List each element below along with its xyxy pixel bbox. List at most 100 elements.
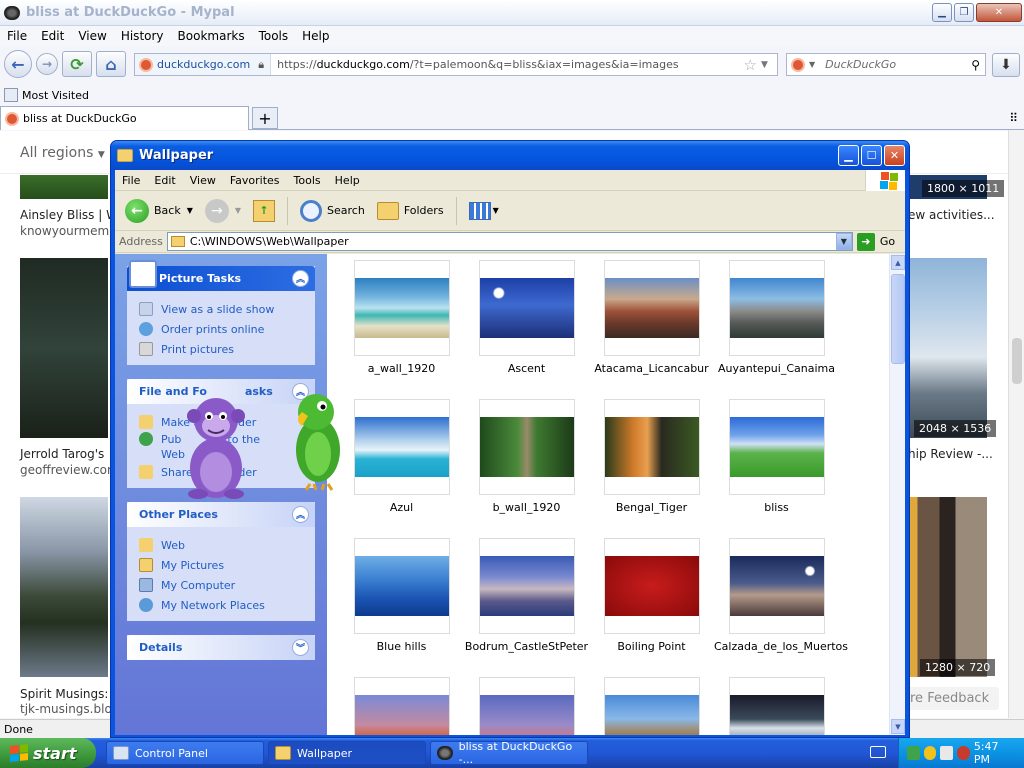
back-button[interactable]: ← Back ▼ (121, 197, 197, 225)
result-title[interactable]: hip Review -... (908, 447, 993, 461)
url-text[interactable]: https://duckduckgo.com/?t=palemoon&q=bli… (271, 58, 678, 71)
page-scrollbar-thumb[interactable] (1012, 338, 1022, 384)
menu-file[interactable]: File (0, 29, 34, 43)
reload-icon[interactable]: ⟳ (62, 51, 92, 77)
url-bar[interactable]: duckduckgo.com 🔒︎ https://duckduckgo.com… (134, 53, 778, 76)
explorer-menu-view[interactable]: View (183, 174, 223, 187)
file-tile[interactable] (714, 671, 839, 735)
tray-network-icon[interactable] (907, 746, 920, 760)
keyboard-icon[interactable] (870, 746, 886, 758)
back-dropdown-icon[interactable]: ▼ (187, 206, 193, 215)
result-source[interactable]: geoffreview.com (20, 463, 119, 477)
result-source[interactable]: knowyourmeme (20, 224, 117, 238)
menu-history[interactable]: History (114, 29, 171, 43)
search-engine-icon[interactable] (791, 57, 805, 72)
forward-arrow-icon[interactable]: → (36, 53, 58, 75)
scroll-down-icon[interactable]: ▼ (891, 719, 905, 734)
file-tile[interactable]: Bodrum_CastleStPeter (464, 532, 589, 662)
tab-bliss[interactable]: bliss at DuckDuckGo (0, 106, 249, 130)
result-title[interactable]: ew activities... (908, 208, 995, 222)
explorer-menu-tools[interactable]: Tools (287, 174, 328, 187)
result-thumbnail[interactable] (908, 497, 987, 677)
details-header[interactable]: Details ︾ (127, 635, 315, 660)
folders-button[interactable]: Folders (373, 200, 448, 222)
address-dropdown-icon[interactable]: ▼ (835, 233, 852, 250)
tray-security-icon[interactable] (957, 746, 970, 760)
download-icon[interactable]: ⬇ (992, 53, 1020, 77)
browser-minimize-button[interactable]: ▁ (932, 3, 952, 22)
file-tile[interactable] (589, 671, 714, 735)
file-tile[interactable]: Bengal_Tiger (589, 393, 714, 523)
result-thumbnail[interactable] (20, 175, 108, 199)
result-thumbnail[interactable] (20, 258, 108, 438)
file-tile[interactable] (339, 671, 464, 735)
result-title[interactable]: Spirit Musings: I (20, 687, 116, 701)
up-folder-button[interactable]: ↑ (249, 198, 279, 224)
picture-tasks-header[interactable]: Picture Tasks ︽ (127, 260, 315, 291)
file-tile[interactable]: Blue hills (339, 532, 464, 662)
place-my-computer[interactable]: My Computer (139, 575, 315, 595)
task-wallpaper[interactable]: Wallpaper (268, 741, 426, 765)
bookmark-star-icon[interactable]: ☆ (744, 56, 761, 74)
forward-dropdown-icon[interactable]: ▼ (235, 206, 241, 215)
file-tile[interactable]: b_wall_1920 (464, 393, 589, 523)
menu-view[interactable]: View (71, 29, 113, 43)
bookmark-most-visited[interactable]: Most Visited (22, 89, 89, 102)
bonzi-buddy-character[interactable] (178, 390, 254, 500)
task-slide-show[interactable]: View as a slide show (139, 299, 315, 319)
menu-tools[interactable]: Tools (252, 29, 296, 43)
collapse-chevron-icon[interactable]: ︽ (292, 270, 309, 287)
search-button[interactable]: Search (296, 198, 369, 224)
menu-edit[interactable]: Edit (34, 29, 71, 43)
regions-dropdown[interactable]: All regions ▼ (20, 145, 105, 161)
explorer-title-bar[interactable]: Wallpaper ▁ ☐ ✕ (111, 141, 909, 170)
parrot-character[interactable] (284, 390, 350, 492)
explorer-menu-file[interactable]: File (115, 174, 147, 187)
menu-bookmarks[interactable]: Bookmarks (171, 29, 252, 43)
other-places-header[interactable]: Other Places ︽ (127, 502, 315, 527)
explorer-close-button[interactable]: ✕ (884, 145, 905, 166)
file-tile[interactable]: Auyantepui_Canaima (714, 254, 839, 384)
file-tile[interactable]: Atacama_Licancabur (589, 254, 714, 384)
tray-volume-icon[interactable] (940, 746, 954, 760)
site-identity-button[interactable]: duckduckgo.com 🔒︎ (135, 54, 272, 75)
result-title[interactable]: Ainsley Bliss | W (20, 208, 118, 222)
explorer-menu-edit[interactable]: Edit (147, 174, 182, 187)
tray-agent-icon[interactable] (923, 746, 937, 760)
collapse-chevron-icon[interactable]: ︽ (292, 506, 309, 523)
place-my-network-places[interactable]: My Network Places (139, 595, 315, 615)
result-source[interactable]: tjk-musings.blog (20, 702, 119, 716)
address-text[interactable]: C:\WINDOWS\Web\Wallpaper (190, 235, 349, 248)
browser-close-button[interactable]: ✕ (976, 3, 1022, 22)
result-thumbnail[interactable] (908, 258, 987, 438)
menu-help[interactable]: Help (295, 29, 336, 43)
file-tile[interactable]: a_wall_1920 (339, 254, 464, 384)
new-tab-button[interactable]: + (252, 107, 278, 129)
explorer-maximize-button[interactable]: ☐ (861, 145, 882, 166)
back-arrow-icon[interactable]: ← (4, 50, 32, 78)
clock[interactable]: 5:47 PM (974, 740, 1014, 766)
file-tile[interactable]: Azul (339, 393, 464, 523)
browser-restore-button[interactable]: ❐ (954, 3, 974, 22)
task-browser[interactable]: bliss at DuckDuckGo -... (430, 740, 588, 766)
explorer-menu-help[interactable]: Help (328, 174, 367, 187)
search-bar[interactable]: ▼ DuckDuckGo ⚲ (786, 53, 986, 76)
place-my-pictures[interactable]: My Pictures (139, 555, 315, 575)
explorer-menu-favorites[interactable]: Favorites (223, 174, 287, 187)
views-button[interactable]: ▼ (465, 200, 503, 222)
task-order-prints[interactable]: Order prints online (139, 319, 315, 339)
task-print-pictures[interactable]: Print pictures (139, 339, 315, 359)
home-icon[interactable]: ⌂ (96, 51, 126, 77)
expand-chevron-icon[interactable]: ︾ (292, 639, 309, 656)
file-tile[interactable]: Calzada_de_los_Muertos (714, 532, 848, 662)
start-button[interactable]: start (0, 738, 96, 768)
explorer-minimize-button[interactable]: ▁ (838, 145, 859, 166)
go-button[interactable]: ➜ Go (856, 232, 895, 251)
address-field[interactable]: C:\WINDOWS\Web\Wallpaper ▼ (166, 232, 853, 251)
search-icon[interactable]: ⚲ (971, 58, 980, 72)
file-tile[interactable]: Boiling Point (589, 532, 714, 662)
search-engine-dropdown-icon[interactable]: ▼ (809, 60, 815, 69)
result-thumbnail[interactable] (20, 497, 108, 677)
file-view-scrollbar-thumb[interactable] (891, 274, 905, 364)
search-input[interactable]: DuckDuckGo (825, 58, 896, 71)
